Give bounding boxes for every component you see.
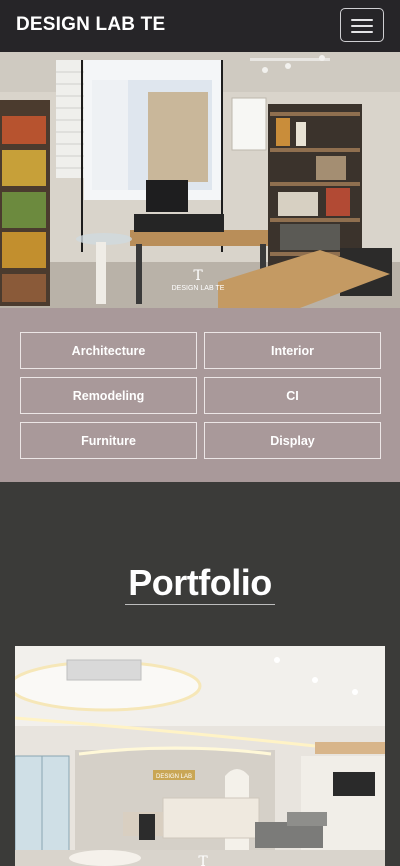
brand-logo[interactable]: DESIGN LAB TE: [16, 14, 165, 36]
portfolio-project-photo[interactable]: DESIGN LAB T: [15, 646, 385, 866]
category-ci-button[interactable]: CI: [204, 377, 381, 414]
portfolio-interior-illustration: DESIGN LAB T: [15, 646, 385, 866]
portfolio-section: Portfolio DESIGN LAB T: [0, 482, 400, 866]
category-remodeling-button[interactable]: Remodeling: [20, 377, 197, 414]
portfolio-title: Portfolio: [128, 562, 272, 603]
category-panel: Architecture Interior Remodeling CI Furn…: [0, 308, 400, 482]
category-furniture-button[interactable]: Furniture: [20, 422, 197, 459]
category-interior-button[interactable]: Interior: [204, 332, 381, 369]
office-illustration: DESIGN LAB TE T: [0, 52, 400, 308]
hamburger-menu-icon: [351, 19, 373, 21]
portfolio-title-underline: [125, 604, 275, 605]
top-navbar: DESIGN LAB TE: [0, 0, 400, 52]
portfolio-logo-mark: T: [198, 854, 208, 866]
menu-toggle-button[interactable]: [340, 8, 384, 42]
portfolio-sign: DESIGN LAB: [156, 774, 192, 780]
hero-logo: DESIGN LAB TE: [172, 285, 225, 292]
category-display-button[interactable]: Display: [204, 422, 381, 459]
hero-office-photo: DESIGN LAB TE T: [0, 52, 400, 308]
category-architecture-button[interactable]: Architecture: [20, 332, 197, 369]
hero-logo-mark: T: [193, 268, 203, 284]
